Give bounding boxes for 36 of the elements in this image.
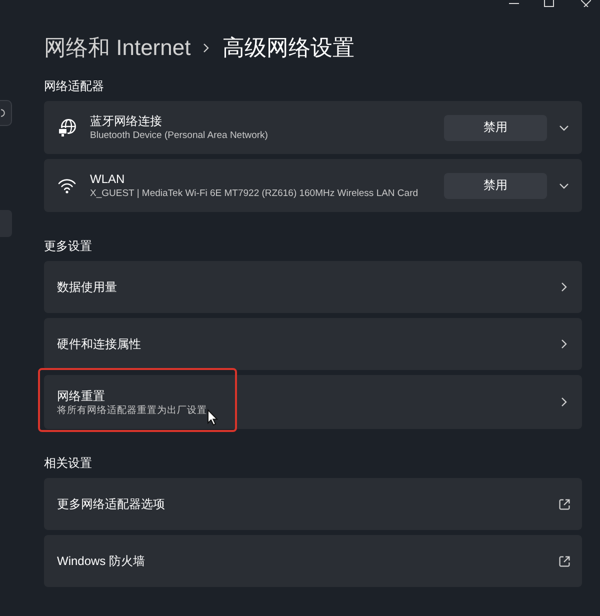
- search-field[interactable]: [0, 100, 12, 126]
- chevron-right-icon: [561, 339, 567, 349]
- chevron-down-icon[interactable]: [559, 182, 569, 188]
- adapter-description: X_GUEST | MediaTek Wi-Fi 6E MT7922 (RZ616) 160MHz Wireless LAN Card: [90, 187, 418, 200]
- section-heading: 更多设置: [44, 238, 92, 254]
- chevron-right-icon: [561, 397, 567, 407]
- globe-monitor-icon: [58, 118, 76, 136]
- setting-title: 数据使用量: [57, 279, 117, 295]
- setting-title: 硬件和连接属性: [57, 336, 141, 352]
- setting-title: 更多网络适配器选项: [57, 496, 165, 512]
- setting-title: 网络重置: [57, 388, 105, 404]
- search-icon: [1, 109, 5, 117]
- section-heading: 相关设置: [44, 455, 92, 471]
- setting-title: Windows 防火墙: [57, 553, 146, 569]
- external-link-icon: [559, 498, 570, 510]
- external-link-icon: [559, 556, 570, 566]
- disable-button[interactable]: 禁用: [444, 114, 547, 140]
- settings-row[interactable]: 网络重置 将所有网络适配器重置为出厂设置: [44, 375, 582, 429]
- section-heading: 网络适配器: [44, 78, 104, 94]
- wifi-icon: [58, 176, 76, 194]
- chevron-right-icon: [561, 282, 567, 292]
- page-title: 高级网络设置: [222, 34, 355, 62]
- maximize-icon[interactable]: [544, 0, 554, 7]
- breadcrumb-link[interactable]: 网络和 Internet: [44, 32, 191, 64]
- adapter-name: WLAN: [90, 171, 125, 187]
- settings-row[interactable]: 更多网络适配器选项: [44, 478, 582, 530]
- adapter-description: Bluetooth Device (Personal Area Network): [90, 129, 268, 142]
- settings-row[interactable]: Windows 防火墙: [44, 535, 582, 587]
- chevron-right-icon: [202, 43, 209, 53]
- setting-description: 将所有网络适配器重置为出厂设置: [57, 404, 207, 416]
- settings-row[interactable]: 硬件和连接属性: [44, 318, 582, 370]
- close-icon[interactable]: [581, 0, 591, 7]
- settings-row[interactable]: 数据使用量: [44, 261, 582, 313]
- disable-button[interactable]: 禁用: [444, 172, 547, 198]
- chevron-down-icon[interactable]: [559, 124, 569, 130]
- adapter-name: 蓝牙网络连接: [90, 113, 162, 129]
